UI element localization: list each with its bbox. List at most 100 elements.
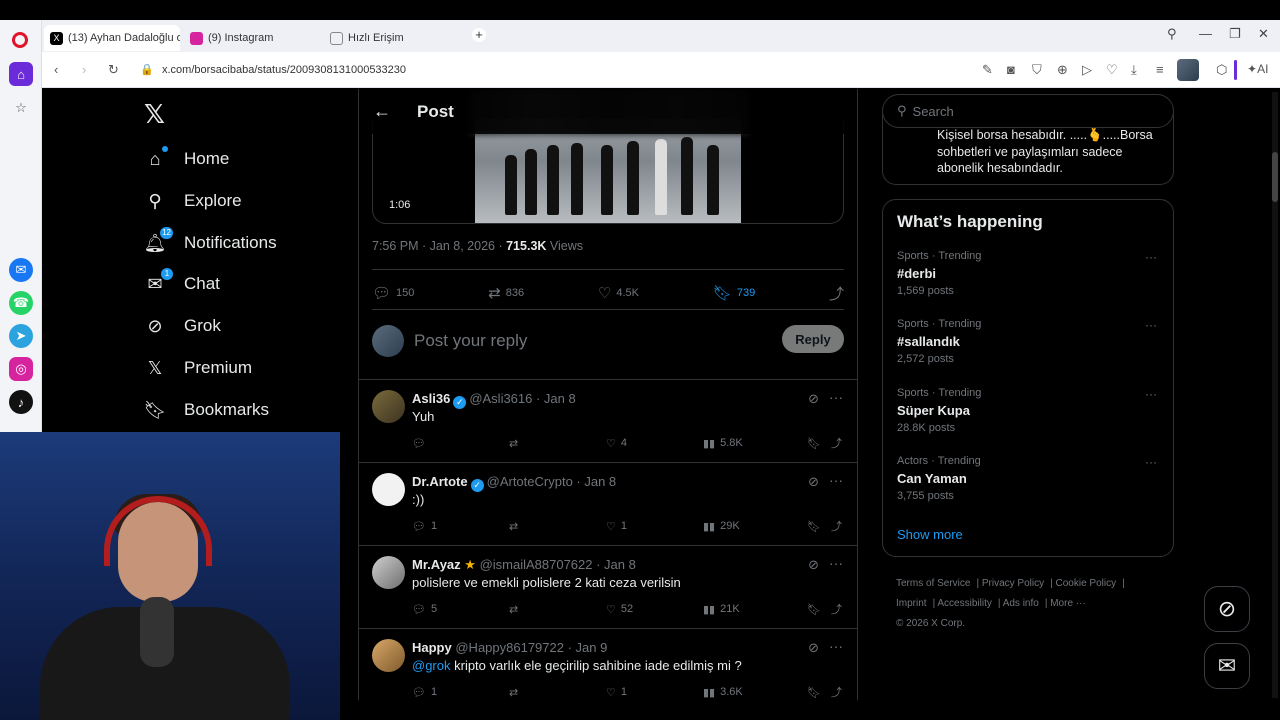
reply-action[interactable]: 💬︎ 150 (372, 284, 414, 302)
author-handle[interactable]: @ismailA88707622 · Jan 8 (480, 557, 636, 572)
avatar[interactable] (372, 639, 405, 672)
avatar[interactable] (372, 390, 405, 423)
nav-grok[interactable]: ⊘ Grok (144, 311, 220, 341)
reply-action[interactable]: 💬︎ 1 (412, 684, 509, 700)
views-action[interactable]: ▮▮ 29K (703, 518, 807, 534)
bookmark-action[interactable]: 🔖︎ (807, 518, 831, 534)
telegram-icon[interactable]: ➤ (9, 324, 33, 348)
new-tab-button[interactable]: + (472, 28, 486, 42)
tab-quick-access[interactable]: Hızlı Erişim (324, 25, 454, 51)
reply-action[interactable]: 💬︎ 5 (412, 601, 509, 617)
reply-tweet[interactable]: Dr.Artote ✓ @ArtoteCrypto · Jan 8 :)) ⊘ ··… (359, 462, 857, 545)
footer-link[interactable]: Cookie Policy (1056, 578, 1117, 589)
profile-avatar[interactable] (1177, 59, 1199, 81)
author-name[interactable]: Asli36 (412, 391, 450, 406)
url-field[interactable]: x.com/borsacibaba/status/200930813100053… (162, 64, 406, 76)
tab-x[interactable]: X (13) Ayhan Dadaloğlu on (44, 25, 180, 51)
nav-bookmarks[interactable]: 🔖︎ Bookmarks (144, 395, 269, 425)
repost-action[interactable]: ⇄ (509, 435, 606, 451)
close-icon[interactable]: ✕ (1258, 26, 1269, 42)
footer-link[interactable]: Terms of Service (896, 578, 970, 589)
play-icon[interactable]: ▷ (1082, 62, 1092, 78)
like-action[interactable]: ♡ 1 (606, 518, 703, 534)
grok-icon[interactable]: ⊘ (808, 391, 819, 407)
footer-link[interactable]: Ads info (1003, 598, 1039, 609)
like-action[interactable]: ♡ 4 (606, 435, 703, 451)
mention-link[interactable]: @grok (412, 658, 451, 673)
author-name[interactable]: Mr.Ayaz (412, 557, 461, 572)
repost-action[interactable]: ⇄ (509, 601, 606, 617)
whatsapp-icon[interactable]: ☎ (9, 291, 33, 315)
reply-tweet[interactable]: Happy @Happy86179722 · Jan 9 @grok kript… (359, 628, 857, 700)
footer-link[interactable]: More ··· (1050, 598, 1086, 609)
avatar[interactable] (372, 473, 405, 506)
author-name[interactable]: Dr.Artote (412, 474, 468, 489)
share-action[interactable]: ⤴ (829, 283, 844, 304)
author-handle[interactable]: @Asli3616 · Jan 8 (469, 391, 575, 406)
more-icon[interactable]: ··· (829, 555, 843, 571)
repost-action[interactable]: ⇄ (509, 518, 606, 534)
views-action[interactable]: ▮▮ 5.8K (703, 435, 807, 451)
reply-tweet[interactable]: Mr.Ayaz ★ @ismailA88707622 · Jan 8 polis… (359, 545, 857, 628)
bookmark-action[interactable]: 🔖︎ (807, 435, 831, 451)
search-tabs-icon[interactable]: ⚲ (1167, 26, 1177, 42)
grok-icon[interactable]: ⊘ (808, 557, 819, 573)
nav-premium[interactable]: 𝕏 Premium (144, 353, 252, 383)
views-action[interactable]: ▮▮ 21K (703, 601, 807, 617)
reply-action[interactable]: 💬︎ (412, 435, 509, 451)
edit-icon[interactable]: ✎ (982, 62, 993, 78)
star-icon[interactable]: ☆ (9, 96, 33, 120)
forward-icon[interactable]: › (82, 62, 86, 77)
nav-home[interactable]: ⌂ Home (144, 144, 229, 174)
nav-chat[interactable]: ✉ 1 Chat (144, 268, 220, 299)
grok-fab-button[interactable]: ⊘ (1204, 586, 1250, 632)
avatar[interactable] (372, 556, 405, 589)
maximize-icon[interactable]: ❐ (1229, 26, 1241, 42)
messenger-icon[interactable]: ✉ (9, 258, 33, 282)
reload-icon[interactable]: ↻ (108, 62, 119, 78)
like-action[interactable]: ♡ 52 (606, 601, 703, 617)
repost-action[interactable]: ⇄ (509, 684, 606, 700)
tiktok-icon[interactable]: ♪ (9, 390, 33, 414)
author-handle[interactable]: @Happy86179722 · Jan 9 (455, 640, 607, 655)
views-action[interactable]: ▮▮ 3.6K (703, 684, 807, 700)
footer-link[interactable]: Accessibility (937, 598, 991, 609)
x-logo-icon[interactable]: 𝕏 (144, 99, 165, 130)
repost-action[interactable]: ⇄ 836 (488, 284, 524, 302)
camera-icon[interactable]: ◙ (1007, 62, 1015, 77)
author-name[interactable]: Happy (412, 640, 452, 655)
trend-item[interactable]: Sports · Trending #derbi 1,569 posts ··· (897, 250, 1163, 310)
more-icon[interactable]: ··· (1145, 455, 1157, 469)
more-icon[interactable]: ··· (829, 472, 843, 488)
translate-icon[interactable]: ⊕ (1057, 62, 1068, 78)
reply-action[interactable]: 💬︎ 1 (412, 518, 509, 534)
bookmark-action[interactable]: 🔖︎ (807, 601, 831, 617)
author-handle[interactable]: @ArtoteCrypto · Jan 8 (487, 474, 617, 489)
back-icon[interactable]: ‹ (54, 62, 58, 77)
more-icon[interactable]: ··· (1145, 318, 1157, 332)
box-icon[interactable]: ⬡ (1216, 62, 1227, 78)
trend-item[interactable]: Sports · Trending #sallandık 2,572 posts… (897, 318, 1163, 378)
share-action[interactable]: ⤴ (831, 601, 842, 617)
nav-explore[interactable]: ⚲ Explore (144, 186, 241, 216)
home-icon[interactable]: ⌂ (9, 62, 33, 86)
trend-item[interactable]: Actors · Trending Can Yaman 3,755 posts … (897, 455, 1163, 515)
reply-input[interactable]: Post your reply (414, 331, 527, 351)
instagram-icon[interactable]: ◎ (9, 357, 33, 381)
back-arrow-icon[interactable]: ← (373, 101, 391, 122)
minimize-icon[interactable]: — (1199, 26, 1212, 41)
more-icon[interactable]: ··· (1145, 387, 1157, 401)
show-more-link[interactable]: Show more (897, 527, 963, 542)
footer-link[interactable]: Privacy Policy (982, 578, 1044, 589)
footer-link[interactable]: Imprint (896, 598, 927, 609)
tab-instagram[interactable]: (9) Instagram (184, 25, 314, 51)
bookmark-action[interactable]: 🔖︎ (807, 684, 831, 700)
shield-icon[interactable]: ⛉ (1032, 62, 1042, 78)
share-action[interactable]: ⤴ (831, 684, 842, 700)
trend-item[interactable]: Sports · Trending Süper Kupa 28.8K posts… (897, 387, 1163, 447)
grok-icon[interactable]: ⊘ (808, 640, 819, 656)
like-action[interactable]: ♡ 4.5K (598, 284, 639, 302)
menu-icon[interactable]: ≡ (1156, 62, 1164, 77)
download-icon[interactable]: ⤓ (1131, 62, 1137, 78)
nav-notifications[interactable]: 🔔︎ 12 Notifications (144, 227, 277, 258)
